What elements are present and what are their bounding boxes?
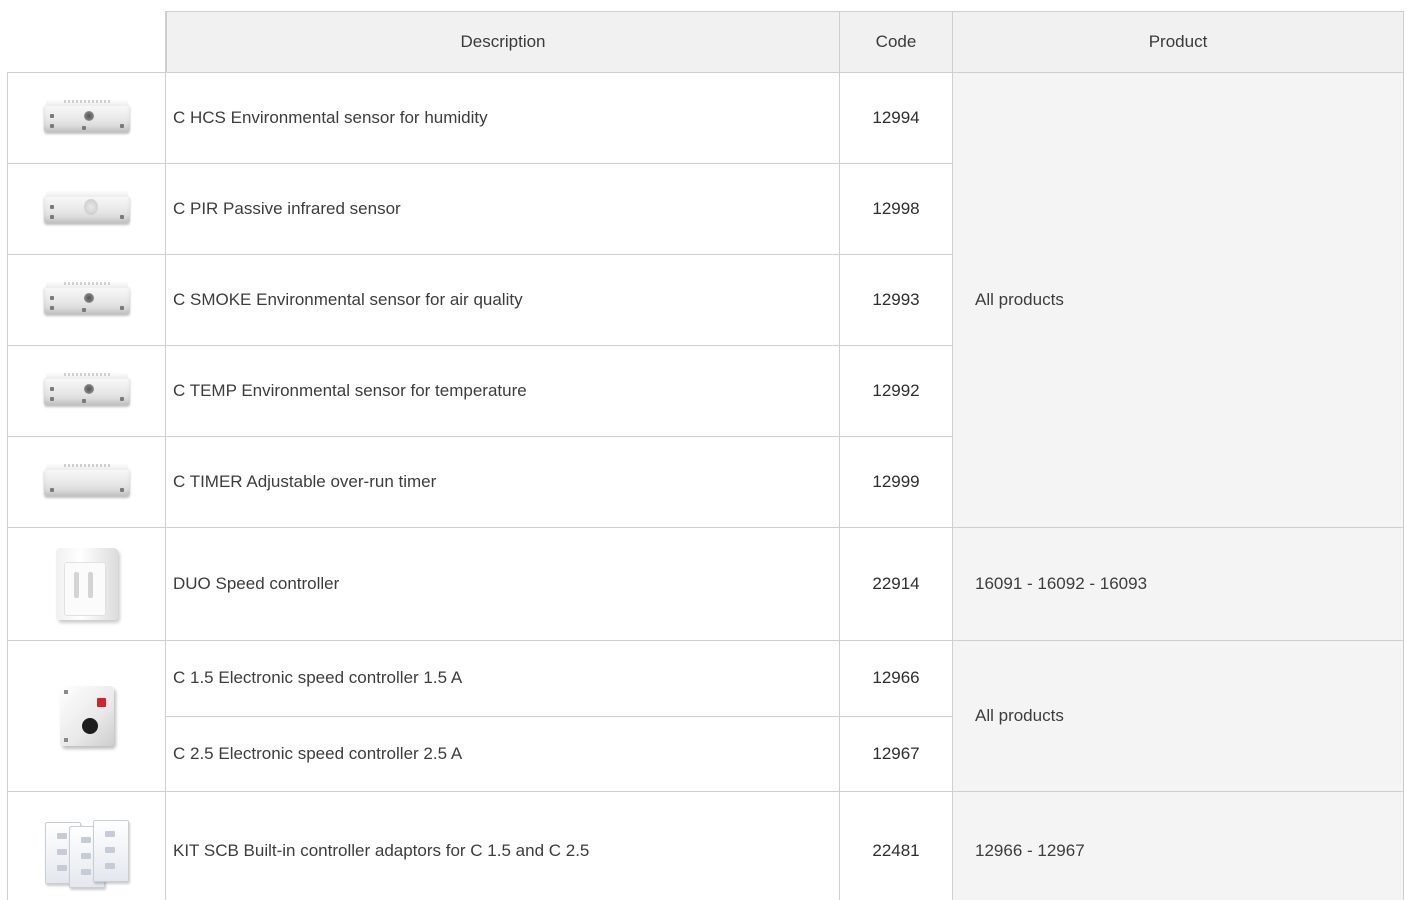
row-code: 12998 (840, 164, 953, 255)
smoke-sensor-image (7, 255, 166, 346)
humidity-sensor-image (7, 73, 166, 164)
row-code: 12966 (840, 641, 953, 717)
product-compatibility: 12966 - 12967 (953, 792, 1404, 900)
product-table-page: Description Code Product C HCS Environme… (0, 0, 1407, 900)
duo-speed-controller-image (7, 528, 166, 641)
timer-image (7, 437, 166, 528)
temperature-sensor-image (7, 346, 166, 437)
row-description: DUO Speed controller (166, 528, 840, 641)
row-description: C TIMER Adjustable over-run timer (166, 437, 840, 528)
row-code: 12967 (840, 717, 953, 792)
header-description: Description (166, 12, 840, 73)
header-code: Code (840, 12, 953, 73)
product-compatibility: 16091 - 16092 - 16093 (953, 528, 1404, 641)
row-code: 12993 (840, 255, 953, 346)
row-description: C 1.5 Electronic speed controller 1.5 A (166, 641, 840, 717)
row-description: KIT SCB Built-in controller adaptors for… (166, 792, 840, 900)
row-code: 12999 (840, 437, 953, 528)
product-table: Description Code Product C HCS Environme… (7, 11, 1404, 900)
product-compatibility: All products (953, 73, 1404, 528)
header-corner (7, 11, 166, 73)
row-description: C HCS Environmental sensor for humidity (166, 73, 840, 164)
row-description: C SMOKE Environmental sensor for air qua… (166, 255, 840, 346)
row-code: 22914 (840, 528, 953, 641)
row-description: C PIR Passive infrared sensor (166, 164, 840, 255)
kit-scb-adaptors-image (7, 792, 166, 900)
row-description: C 2.5 Electronic speed controller 2.5 A (166, 717, 840, 792)
row-description: C TEMP Environmental sensor for temperat… (166, 346, 840, 437)
header-product: Product (953, 12, 1404, 73)
row-code: 12992 (840, 346, 953, 437)
row-code: 22481 (840, 792, 953, 900)
electronic-speed-controller-image (7, 641, 166, 792)
pir-sensor-image (7, 164, 166, 255)
product-compatibility: All products (953, 641, 1404, 792)
row-code: 12994 (840, 73, 953, 164)
